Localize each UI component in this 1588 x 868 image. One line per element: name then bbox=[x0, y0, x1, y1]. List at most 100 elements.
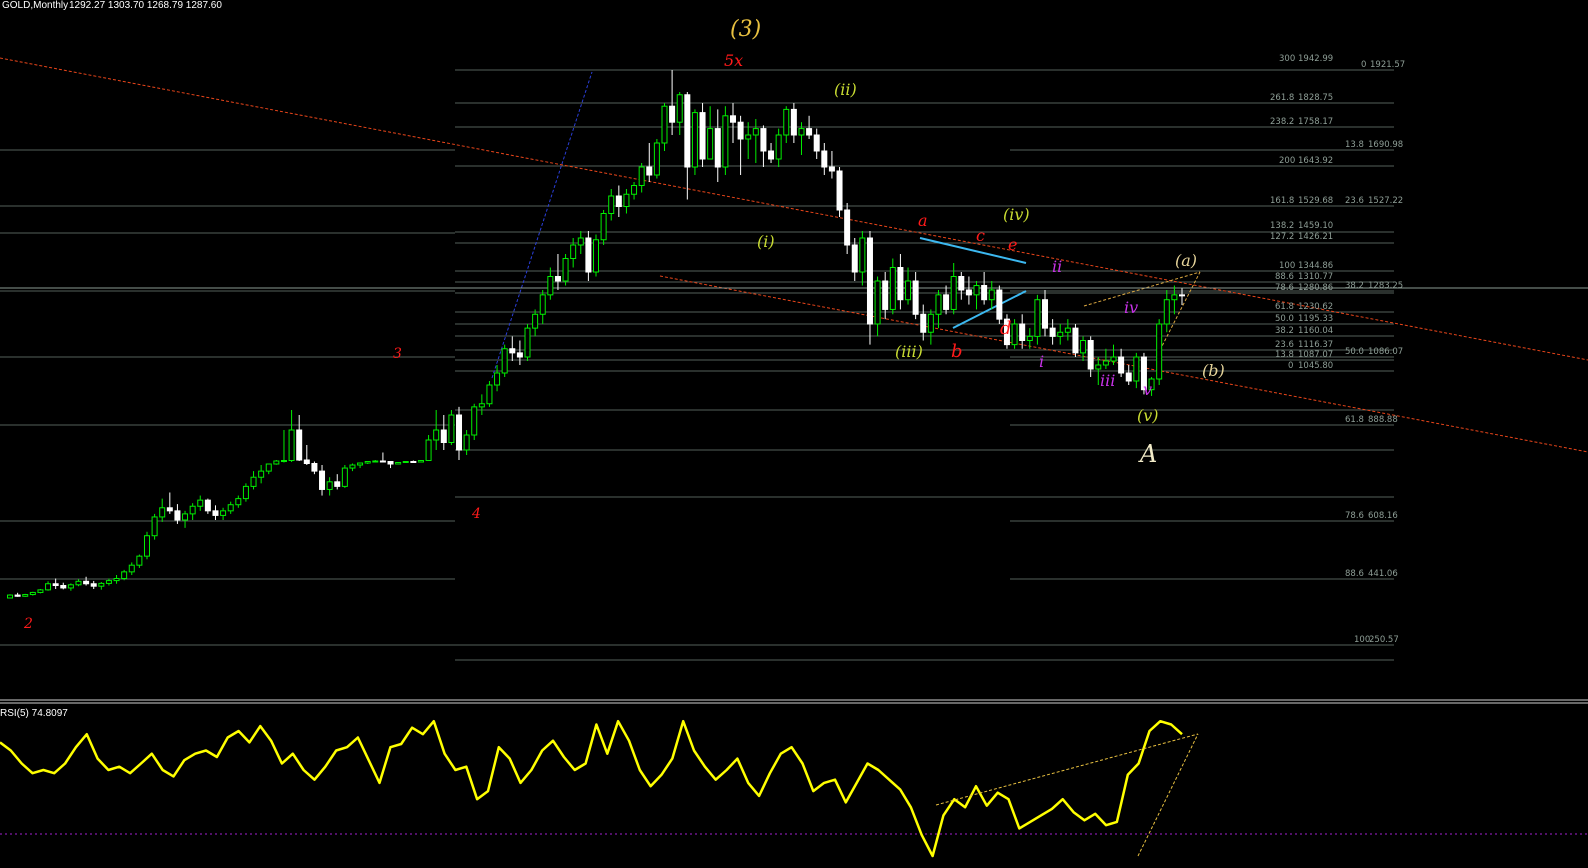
candle-body bbox=[463, 434, 470, 451]
candle bbox=[501, 344, 508, 377]
candle-body bbox=[874, 280, 881, 325]
candle bbox=[691, 109, 698, 175]
candle bbox=[1011, 319, 1018, 349]
candle-body bbox=[326, 481, 333, 490]
candle-body bbox=[83, 580, 90, 585]
candle-body bbox=[296, 429, 303, 461]
candle-body bbox=[813, 134, 820, 152]
wave-label-a: a bbox=[918, 211, 928, 230]
wave-label-2: 2 bbox=[23, 616, 33, 632]
candle-body bbox=[912, 280, 919, 315]
candle-body bbox=[440, 429, 447, 443]
fib-label: 1529.68 bbox=[1298, 196, 1333, 206]
candle-body bbox=[341, 467, 348, 487]
fib-label: 250.57 bbox=[1369, 635, 1399, 645]
candle-body bbox=[608, 195, 615, 214]
candle-body bbox=[1095, 364, 1102, 370]
candle-body bbox=[958, 276, 965, 291]
candle bbox=[7, 594, 13, 599]
candle-body bbox=[227, 504, 234, 512]
fib-label: 61.8 bbox=[1345, 415, 1364, 425]
fib-label: 1344.86 bbox=[1298, 261, 1333, 271]
wave-label-d: d bbox=[1000, 318, 1012, 339]
wave-label-minor-iii: iii bbox=[1100, 371, 1115, 390]
wave-label-3-parenthesized: (3) bbox=[730, 17, 761, 42]
candle-body bbox=[943, 294, 950, 310]
wave-label-A: A bbox=[1138, 440, 1157, 468]
wave-label-minor-v: v bbox=[1143, 380, 1152, 399]
fib-label: 1527.22 bbox=[1368, 196, 1403, 206]
wave-label-e: e bbox=[1008, 235, 1017, 254]
candle-body bbox=[577, 237, 584, 246]
fib-label: 200 bbox=[1279, 156, 1295, 166]
candle-body bbox=[425, 439, 432, 461]
candle-body bbox=[387, 461, 394, 465]
candle bbox=[395, 462, 402, 465]
fib-label: 238.2 bbox=[1270, 117, 1294, 127]
candle bbox=[417, 460, 424, 463]
fib-label: 1942.99 bbox=[1298, 54, 1333, 64]
candle-body bbox=[851, 244, 858, 273]
fib-label: 608.16 bbox=[1368, 511, 1398, 521]
candle-body bbox=[128, 564, 135, 573]
candle-body bbox=[866, 237, 873, 325]
fib-label: 1160.04 bbox=[1298, 326, 1333, 336]
candle-body bbox=[996, 289, 1003, 320]
wave-label-4: 4 bbox=[471, 506, 481, 522]
candle-body bbox=[1163, 299, 1170, 325]
candle-body bbox=[486, 384, 493, 405]
candle-body bbox=[1179, 294, 1185, 297]
candle-body bbox=[562, 258, 569, 282]
candle-body bbox=[676, 94, 683, 123]
candle-body bbox=[1087, 340, 1094, 370]
fib-label: 0 bbox=[1288, 361, 1293, 371]
wave-label-5x: 5x bbox=[724, 51, 743, 70]
candle-body bbox=[905, 280, 912, 301]
candle-body bbox=[707, 128, 714, 160]
candle-body bbox=[547, 276, 554, 296]
candle-body bbox=[7, 594, 13, 599]
wave-label-3: 3 bbox=[393, 346, 402, 362]
candle-body bbox=[417, 460, 424, 463]
candle-body bbox=[554, 276, 561, 282]
wave-label-minor-i: i bbox=[1039, 352, 1044, 371]
candle-body bbox=[821, 150, 828, 168]
candle bbox=[22, 593, 29, 597]
candle-body bbox=[927, 313, 934, 333]
candle-body bbox=[433, 429, 440, 441]
candle-body bbox=[1133, 356, 1140, 382]
candle-body bbox=[653, 142, 660, 176]
candle-body bbox=[250, 476, 257, 487]
fib-label: 127.2 bbox=[1270, 232, 1294, 242]
candle-body bbox=[745, 134, 752, 140]
candle bbox=[151, 513, 158, 540]
wave-label-i: (i) bbox=[757, 232, 775, 251]
candle-body bbox=[775, 134, 782, 160]
candle-body bbox=[950, 276, 957, 310]
wave-label-minor-iv: iv bbox=[1124, 298, 1138, 317]
candle bbox=[722, 106, 729, 175]
wave-label-a-parenthesized: (a) bbox=[1175, 251, 1197, 270]
candle-body bbox=[273, 460, 280, 465]
candle-body bbox=[159, 507, 166, 518]
fib-label: 88.6 bbox=[1275, 272, 1294, 282]
rsi-label: RSI(5) 74.8097 bbox=[0, 708, 68, 719]
candle-body bbox=[1156, 323, 1163, 380]
wave-label-c: c bbox=[976, 226, 985, 245]
candle-body bbox=[1026, 335, 1033, 341]
candle-body bbox=[1034, 299, 1041, 337]
fib-label: 0 bbox=[1361, 60, 1366, 70]
candle bbox=[121, 569, 128, 581]
candle-body bbox=[90, 583, 97, 587]
candle bbox=[1156, 319, 1163, 385]
price-chart[interactable]: GOLD,Monthly 1292.27 1303.70 1268.79 128… bbox=[0, 0, 1588, 868]
candle-body bbox=[1118, 356, 1125, 374]
candle-body bbox=[897, 267, 904, 301]
candle bbox=[29, 591, 36, 596]
candle-body bbox=[303, 459, 310, 464]
candle-body bbox=[1125, 372, 1132, 382]
fib-label: 13.8 bbox=[1275, 350, 1294, 360]
fib-label: 1045.80 bbox=[1298, 361, 1333, 371]
candle-body bbox=[37, 589, 44, 593]
candle bbox=[471, 403, 478, 440]
